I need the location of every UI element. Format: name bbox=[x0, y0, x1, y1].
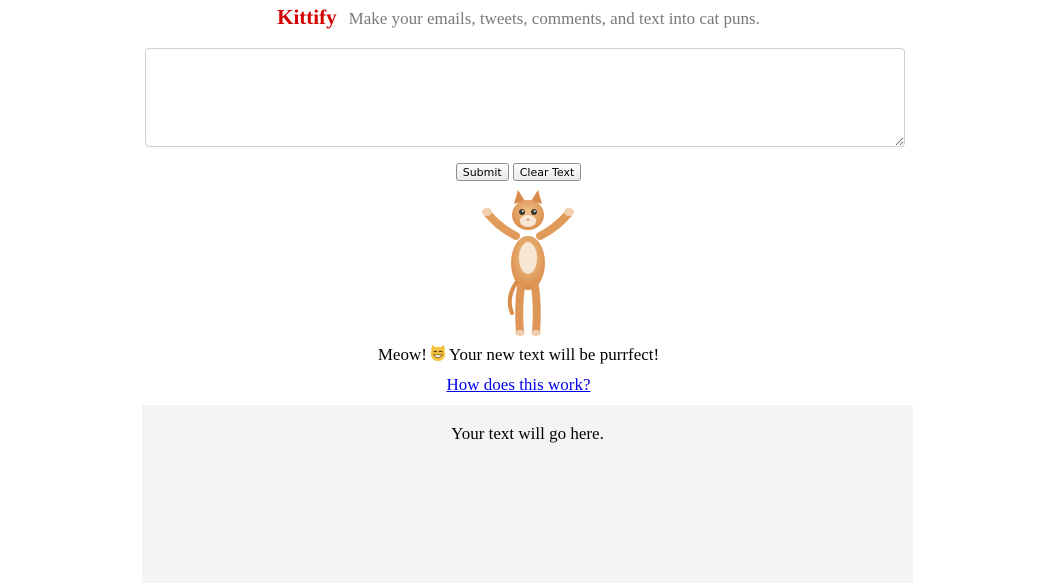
how-does-this-work-link[interactable]: How does this work? bbox=[446, 375, 590, 394]
button-row: Submit Clear Text bbox=[0, 163, 1037, 181]
output-panel: Your text will go here. bbox=[142, 405, 913, 583]
grinning-cat-emoji-icon bbox=[430, 344, 446, 362]
dancing-kitten-image bbox=[482, 190, 574, 336]
submit-button[interactable]: Submit bbox=[455, 163, 509, 181]
meow-message: Meow! Your new text will be purrfect! bbox=[0, 344, 1037, 365]
tagline: Make your emails, tweets, comments, and … bbox=[348, 9, 760, 28]
meow-text: Meow! bbox=[377, 345, 427, 364]
brand-logo-text: Kittify bbox=[277, 5, 337, 29]
output-text: Your text will go here. bbox=[451, 424, 604, 443]
site-header: Kittify Make your emails, tweets, commen… bbox=[0, 5, 1037, 30]
help-link-row: How does this work? bbox=[0, 375, 1037, 395]
text-input[interactable] bbox=[145, 48, 905, 147]
clear-text-button[interactable]: Clear Text bbox=[512, 163, 582, 181]
purrfect-text: Your new text will be purrfect! bbox=[448, 345, 660, 364]
